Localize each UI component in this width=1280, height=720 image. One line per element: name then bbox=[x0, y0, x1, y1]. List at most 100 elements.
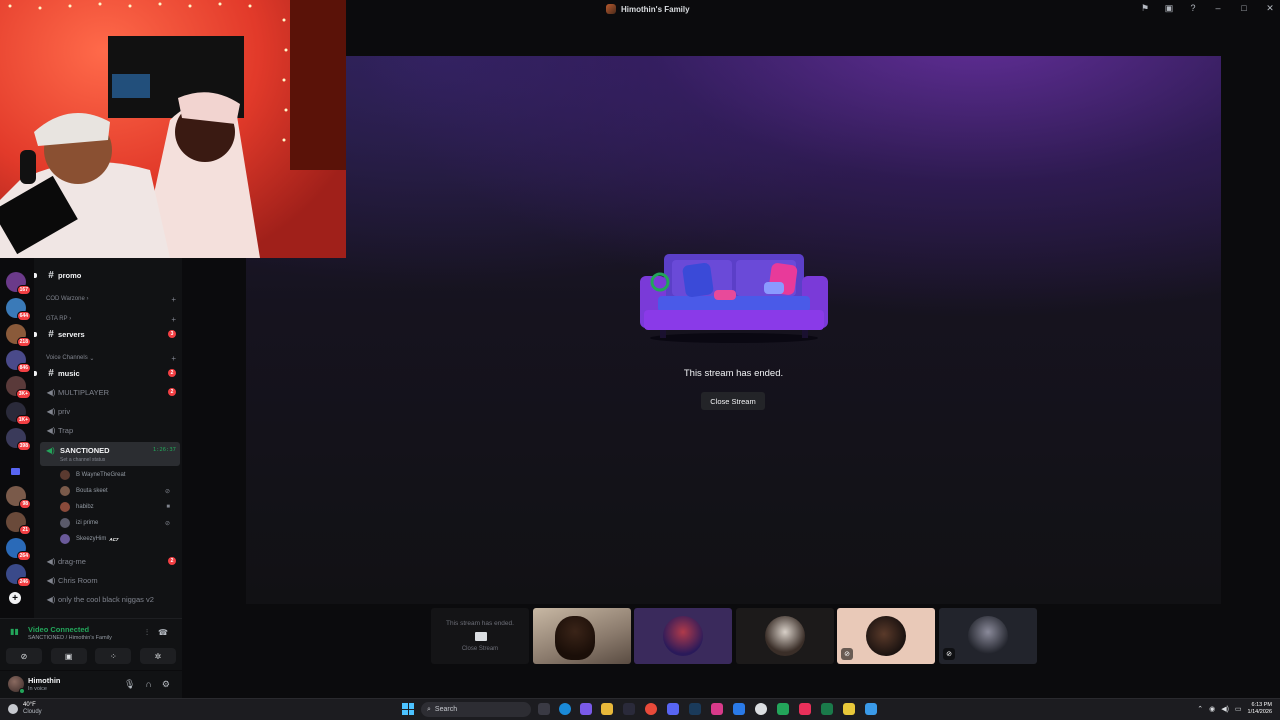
webcam-scene bbox=[0, 0, 346, 258]
avatar bbox=[60, 534, 70, 544]
screen-share-button[interactable]: ▣ bbox=[50, 648, 87, 664]
add-channel-icon[interactable]: + bbox=[171, 315, 176, 324]
channel-sanctioned[interactable]: ◀) SANCTIONED Set a channel status 1:26:… bbox=[40, 442, 180, 466]
server-folder-icon[interactable]: 3K+ bbox=[6, 376, 31, 399]
channel-drag-me[interactable]: ◀) drag-me 2 bbox=[38, 552, 180, 570]
inbox-icon[interactable]: ▣ bbox=[1164, 3, 1174, 13]
hash-icon: # bbox=[48, 269, 54, 281]
soundboard-button[interactable]: ✲ bbox=[139, 648, 176, 664]
channel-badge: 2 bbox=[168, 388, 176, 396]
server-folder-icon[interactable]: 21 bbox=[6, 512, 31, 535]
voice-user[interactable]: Bouta skeet ⊘ bbox=[60, 484, 176, 498]
channel-servers[interactable]: # servers 3 bbox=[34, 325, 180, 343]
chevron-up-icon[interactable]: ⌃ bbox=[1197, 705, 1203, 713]
category-gta-rp[interactable]: GTA RP › + bbox=[46, 313, 178, 325]
participant-tile[interactable] bbox=[736, 608, 834, 664]
speaker-icon: ◀) bbox=[46, 594, 56, 604]
category-voice-channels[interactable]: Voice Channels ⌄ + bbox=[46, 352, 178, 364]
copilot-icon[interactable] bbox=[580, 703, 592, 715]
voice-user[interactable]: izi prime ⊘ bbox=[60, 516, 176, 530]
server-folder-icon[interactable]: 246 bbox=[6, 564, 31, 587]
activities-button[interactable]: ⁘ bbox=[95, 648, 132, 664]
couch-illustration bbox=[640, 254, 828, 343]
settings-gear-icon[interactable]: ⚙ bbox=[162, 679, 170, 690]
edge-icon[interactable] bbox=[559, 703, 571, 715]
close-window-button[interactable]: ✕ bbox=[1264, 3, 1276, 14]
server-folder-icon[interactable]: 1K+ bbox=[6, 402, 31, 425]
add-server-icon[interactable]: + bbox=[9, 592, 21, 604]
close-stream-button[interactable]: Close Stream bbox=[701, 392, 765, 410]
headphones-icon[interactable]: ∩ bbox=[145, 679, 151, 690]
app-icon[interactable] bbox=[777, 703, 789, 715]
hash-icon: # bbox=[48, 328, 54, 340]
camera-button[interactable]: ⊘ bbox=[6, 648, 42, 664]
sticky-notes-icon[interactable] bbox=[843, 703, 855, 715]
chrome-icon[interactable] bbox=[645, 703, 657, 715]
channel-cool-v2[interactable]: ◀) only the cool black niggas v2 bbox=[38, 590, 180, 608]
clock[interactable]: 6:13 PM 1/14/2026 bbox=[1248, 702, 1272, 716]
microphone-icon[interactable]: 🎙︎ bbox=[124, 679, 135, 690]
voice-status-title[interactable]: Video Connected bbox=[28, 625, 89, 634]
server-icon[interactable]: 644 bbox=[6, 298, 31, 321]
task-view-icon[interactable] bbox=[538, 703, 550, 715]
channel-status[interactable]: Set a channel status bbox=[60, 457, 105, 463]
volume-icon[interactable]: ◀) bbox=[1221, 705, 1229, 713]
weather-widget[interactable]: 40°F Cloudy bbox=[8, 702, 42, 716]
messenger-icon[interactable] bbox=[733, 703, 745, 715]
tiktok-icon[interactable] bbox=[799, 703, 811, 715]
thumbnail-close-label[interactable]: Close Stream bbox=[431, 646, 529, 652]
instagram-icon[interactable] bbox=[711, 703, 723, 715]
chatgpt-icon[interactable] bbox=[755, 703, 767, 715]
folder-icon[interactable] bbox=[11, 468, 20, 475]
stream-thumbnail-ended[interactable]: This stream has ended. Close Stream bbox=[431, 608, 529, 664]
server-icon[interactable]: 98 bbox=[6, 486, 31, 509]
voice-status-subtitle[interactable]: SANCTIONED / Himothin's Family bbox=[28, 635, 112, 641]
username[interactable]: Himothin bbox=[28, 676, 61, 685]
channel-label: SANCTIONED bbox=[60, 446, 110, 455]
participant-tile[interactable]: ⊘ bbox=[939, 608, 1037, 664]
excel-icon[interactable] bbox=[821, 703, 833, 715]
steam-icon[interactable] bbox=[689, 703, 701, 715]
participant-tile[interactable] bbox=[634, 608, 732, 664]
start-button[interactable] bbox=[402, 703, 414, 715]
participant-tile[interactable]: ⊘ bbox=[837, 608, 935, 664]
noise-suppression-icon[interactable]: ⫶ bbox=[146, 628, 148, 638]
maximize-button[interactable]: □ bbox=[1238, 3, 1250, 13]
add-channel-icon[interactable]: + bbox=[171, 295, 176, 304]
disconnect-icon[interactable]: ☎ bbox=[158, 628, 168, 638]
category-label: GTA RP bbox=[46, 316, 68, 322]
network-icon[interactable]: ◉ bbox=[1209, 705, 1215, 713]
help-icon[interactable]: ? bbox=[1188, 3, 1198, 13]
add-channel-icon[interactable]: + bbox=[171, 354, 176, 363]
participant-video-tile[interactable] bbox=[533, 608, 631, 664]
channel-label: promo bbox=[58, 270, 82, 280]
voice-user[interactable]: SkeezyHim AC7 bbox=[60, 532, 176, 546]
battery-icon[interactable]: ▭ bbox=[1235, 705, 1242, 713]
server-icon[interactable]: 218 bbox=[6, 324, 31, 347]
file-explorer-icon[interactable] bbox=[601, 703, 613, 715]
server-folder-icon[interactable]: 846 bbox=[6, 350, 31, 373]
voice-user[interactable]: habibz ■ bbox=[60, 500, 176, 514]
speaker-icon: ◀) bbox=[46, 575, 56, 585]
minimize-button[interactable]: – bbox=[1212, 3, 1224, 13]
store-icon[interactable] bbox=[623, 703, 635, 715]
server-icon[interactable]: 264 bbox=[6, 538, 31, 561]
app-icon[interactable] bbox=[865, 703, 877, 715]
voice-user[interactable]: B WayneTheGreat bbox=[60, 468, 176, 482]
server-folder-icon[interactable]: 398 bbox=[6, 428, 31, 451]
monitor-icon bbox=[475, 632, 487, 641]
category-cod-warzone[interactable]: COD Warzone › + bbox=[46, 293, 178, 305]
taskbar-search[interactable]: ⌕ Search bbox=[421, 702, 531, 717]
channel-priv[interactable]: ◀) priv bbox=[38, 402, 180, 420]
discord-icon[interactable] bbox=[667, 703, 679, 715]
channel-trap[interactable]: ◀) Trap bbox=[38, 421, 180, 439]
channel-chris-room[interactable]: ◀) Chris Room bbox=[38, 571, 180, 589]
signal-icon[interactable]: ▮▮ bbox=[10, 627, 19, 636]
channel-music[interactable]: # music 2 bbox=[34, 364, 180, 382]
channel-promo[interactable]: # promo bbox=[34, 266, 180, 284]
flag-icon[interactable]: ⚑ bbox=[1140, 3, 1150, 13]
server-icon[interactable]: 167 bbox=[6, 272, 31, 295]
voice-actions: ⫶ ☎ bbox=[146, 628, 168, 638]
channel-multiplayer[interactable]: ◀) MULTIPLAYER 2 bbox=[38, 383, 180, 401]
avatar bbox=[60, 518, 70, 528]
